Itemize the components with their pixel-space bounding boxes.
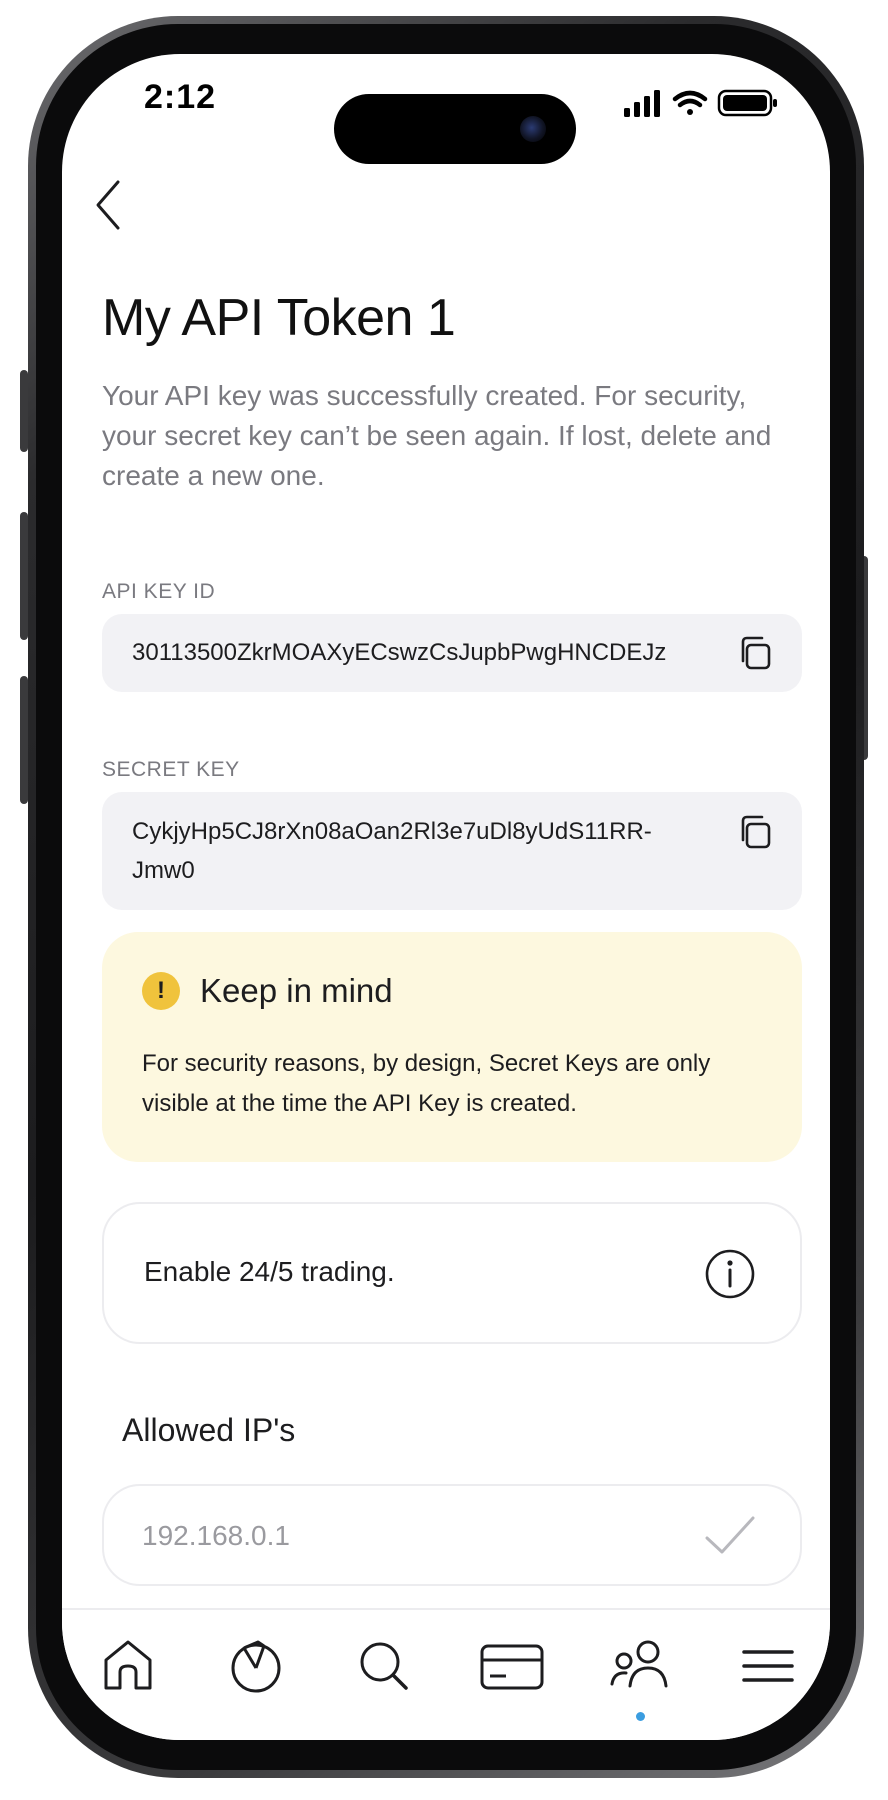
dynamic-island [334,94,576,164]
status-icons [624,89,777,117]
search-icon [360,1642,408,1690]
phone-frame: 2:12 My API Token 1 Your API key was suc… [28,16,864,1778]
page-title: My API Token 1 [102,289,456,347]
tab-people[interactable] [608,1634,672,1721]
api-key-label: API KEY ID [102,580,216,603]
info-icon [705,1249,755,1299]
confirm-ip-button[interactable] [704,1512,756,1558]
tab-cards[interactable] [480,1634,544,1698]
battery-icon [717,89,777,117]
signal-icon [624,90,660,117]
phone-bezel: 2:12 My API Token 1 Your API key was suc… [36,24,856,1770]
tab-portfolio[interactable] [224,1634,288,1698]
notice-title: Keep in mind [200,972,393,1009]
portfolio-icon [231,1640,281,1693]
menu-icon [742,1650,794,1682]
action-button [20,370,28,452]
copy-icon [741,636,771,670]
enable-trading-label: Enable 24/5 trading. [144,1256,395,1287]
wifi-icon [672,90,708,115]
tab-bar [62,1608,830,1740]
active-tab-indicator [636,1712,645,1721]
enable-trading-row[interactable]: Enable 24/5 trading. [102,1202,802,1344]
screen: 2:12 My API Token 1 Your API key was suc… [62,54,830,1740]
keep-in-mind-notice: ! Keep in mind For security reasons, by … [102,932,802,1162]
copy-icon [741,815,771,849]
tab-home[interactable] [96,1634,160,1698]
tab-menu[interactable] [736,1634,800,1698]
allowed-ip-field [102,1484,802,1586]
trading-info-button[interactable] [704,1248,756,1300]
secret-key-value-line-1: CykjyHp5CJ8rXn08aOan2Rl3e7uDl8yUdS11RR- [132,818,652,845]
home-icon [104,1640,152,1690]
copy-secret-key-button[interactable] [738,814,774,850]
back-button[interactable] [90,178,130,232]
page-description: Your API key was successfully created. F… [102,380,772,491]
secret-key-value-line-2: Jmw0 [132,857,195,884]
status-time: 2:12 [144,78,217,116]
front-camera [520,116,546,142]
warning-icon: ! [142,972,180,1010]
allowed-ips-heading: Allowed IP's [122,1412,296,1448]
card-icon [480,1644,544,1690]
api-key-value: 30113500ZkrMOAXyECswzCsJupbPwgHNCDEJz [132,639,667,666]
chevron-left-icon [96,180,120,230]
allowed-ip-input[interactable] [142,1514,662,1558]
tab-search[interactable] [352,1634,416,1698]
people-icon [610,1640,668,1688]
secret-key-value: CykjyHp5CJ8rXn08aOan2Rl3e7uDl8yUdS11RR- … [132,812,652,890]
copy-api-key-button[interactable] [738,635,774,671]
volume-down-button [20,676,28,804]
notice-text: For security reasons, by design, Secret … [142,1050,711,1117]
secret-key-field: CykjyHp5CJ8rXn08aOan2Rl3e7uDl8yUdS11RR- … [102,792,802,910]
secret-key-label: SECRET KEY [102,758,240,781]
checkmark-icon [705,1516,755,1554]
volume-up-button [20,512,28,640]
api-key-field: 30113500ZkrMOAXyECswzCsJupbPwgHNCDEJz [102,614,802,692]
